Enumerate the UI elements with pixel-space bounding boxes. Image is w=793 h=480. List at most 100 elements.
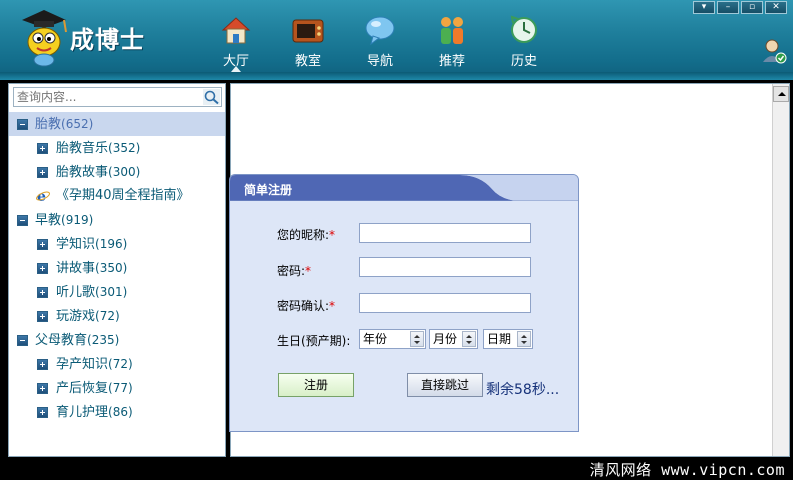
spinner-icon [410,331,424,347]
brand-title: 成博士 [70,26,145,54]
tree-item-label: 胎教 [35,117,62,132]
tree-item-count: (919) [61,213,94,227]
register-button[interactable]: 注册 [278,373,354,397]
chat-bubble-icon [365,16,395,46]
category-tree: 胎教(652) 胎教音乐(352) 胎教故事(300) e 《孕期40周全程指南… [9,112,225,424]
spinner-icon [517,331,531,347]
required-mark: * [305,264,312,278]
user-account-icon[interactable] [761,38,787,64]
tree-item-prenatal-stories[interactable]: 胎教故事(300) [9,160,225,184]
tree-item-count: (350) [95,261,128,275]
nav-hall[interactable]: 大厅 [200,10,272,72]
expand-icon[interactable] [37,239,48,250]
tree-item-count: (86) [108,405,133,419]
birth-month-select[interactable]: 月份 [429,329,478,349]
tree-item-count: (77) [108,381,133,395]
tree-item-parent-education[interactable]: 父母教育(235) [9,328,225,352]
app-header: 成博士 大厅 教室 导航 推荐 历史 ▾ – ▫ ✕ [0,0,793,80]
tree-item-label: 《孕期40周全程指南》 [56,188,190,203]
nickname-input[interactable] [359,223,531,243]
password-input[interactable] [359,257,531,277]
nickname-label: 您的昵称:* [277,226,335,243]
tree-item-nursery-rhymes[interactable]: 听儿歌(301) [9,280,225,304]
tree-item-label: 学知识 [56,237,96,252]
skip-button[interactable]: 直接跳过 [407,373,483,397]
nav-classroom-label: 教室 [294,54,321,69]
tree-item-count: (196) [95,237,128,251]
tree-item-count: (72) [108,357,133,371]
day-value: 日期 [487,332,512,346]
scroll-up-arrow-icon[interactable] [773,86,789,102]
dialog-title: 简单注册 [244,183,293,197]
tree-item-label: 产后恢复 [56,381,109,396]
confirm-password-input[interactable] [359,293,531,313]
tree-item-label: 讲故事 [56,261,96,276]
collapse-icon[interactable] [17,215,28,226]
minimize-button[interactable]: – [717,1,739,14]
birthday-label: 生日(预产期): [277,334,351,348]
tree-item-label: 听儿歌 [56,285,96,300]
tree-item-learn-knowledge[interactable]: 学知识(196) [9,232,225,256]
expand-icon[interactable] [37,383,48,394]
window-controls: ▾ – ▫ ✕ [693,1,787,14]
tree-item-play-games[interactable]: 玩游戏(72) [9,304,225,328]
tree-item-prenatal-music[interactable]: 胎教音乐(352) [9,136,225,160]
tree-item-label: 玩游戏 [56,309,96,324]
close-button[interactable]: ✕ [765,1,787,14]
confirm-label-text: 密码确认: [277,299,330,313]
vertical-scrollbar[interactable] [772,84,789,456]
menu-dropdown-button[interactable]: ▾ [693,1,715,14]
watermark-text: 清风网络 www.vipcn.com [589,461,785,479]
tree-item-prenatal-education[interactable]: 胎教(652) [9,112,225,136]
confirm-password-label: 密码确认:* [277,297,335,314]
restore-button[interactable]: ▫ [741,1,763,14]
header-divider [0,72,793,80]
nav-navigation[interactable]: 导航 [344,10,416,72]
nav-classroom[interactable]: 教室 [272,10,344,72]
expand-icon[interactable] [37,311,48,322]
registration-dialog: 简单注册 您的昵称:* 密码:* 密码确认:* 生日(预产期): 年份 月份 日… [229,174,579,432]
required-mark: * [329,299,336,313]
tree-item-count: (235) [87,333,120,347]
nickname-label-text: 您的昵称: [277,228,330,242]
tree-item-label: 育儿护理 [56,405,109,420]
tree-item-count: (72) [95,309,120,323]
birth-year-select[interactable]: 年份 [359,329,426,349]
doctor-mascot-logo [22,10,67,67]
nav-recommend-label: 推荐 [438,54,465,69]
required-mark: * [329,228,336,242]
tree-item-label: 早教 [35,213,62,228]
category-sidebar: 胎教(652) 胎教音乐(352) 胎教故事(300) e 《孕期40周全程指南… [8,83,226,457]
nav-history[interactable]: 历史 [488,10,560,72]
password-label: 密码:* [277,262,311,279]
tree-item-label: 胎教故事 [56,165,109,180]
nav-history-label: 历史 [510,54,537,69]
tree-item-label: 父母教育 [35,333,88,348]
collapse-icon[interactable] [17,119,28,130]
birth-day-select[interactable]: 日期 [483,329,533,349]
tree-item-tell-stories[interactable]: 讲故事(350) [9,256,225,280]
nav-navigation-label: 导航 [366,54,393,69]
people-icon [441,17,463,44]
main-nav: 大厅 教室 导航 推荐 历史 [200,10,560,72]
search-icon[interactable] [203,89,220,105]
expand-icon[interactable] [37,407,48,418]
nav-recommend[interactable]: 推荐 [416,10,488,72]
history-icon [510,15,537,43]
tree-item-count: (301) [95,285,128,299]
house-icon [221,17,251,44]
expand-icon[interactable] [37,263,48,274]
expand-icon[interactable] [37,167,48,178]
collapse-icon[interactable] [17,335,28,346]
expand-icon[interactable] [37,143,48,154]
tree-item-count: (652) [61,117,94,131]
tree-item-childcare[interactable]: 育儿护理(86) [9,400,225,424]
expand-icon[interactable] [37,287,48,298]
tree-item-early-education[interactable]: 早教(919) [9,208,225,232]
tree-item-postpartum-recovery[interactable]: 产后恢复(77) [9,376,225,400]
search-input[interactable] [14,88,200,106]
expand-icon[interactable] [37,359,48,370]
tree-item-pregnancy-knowledge[interactable]: 孕产知识(72) [9,352,225,376]
tree-item-pregnancy-guide[interactable]: e 《孕期40周全程指南》 [9,184,225,208]
tv-icon [292,19,324,43]
